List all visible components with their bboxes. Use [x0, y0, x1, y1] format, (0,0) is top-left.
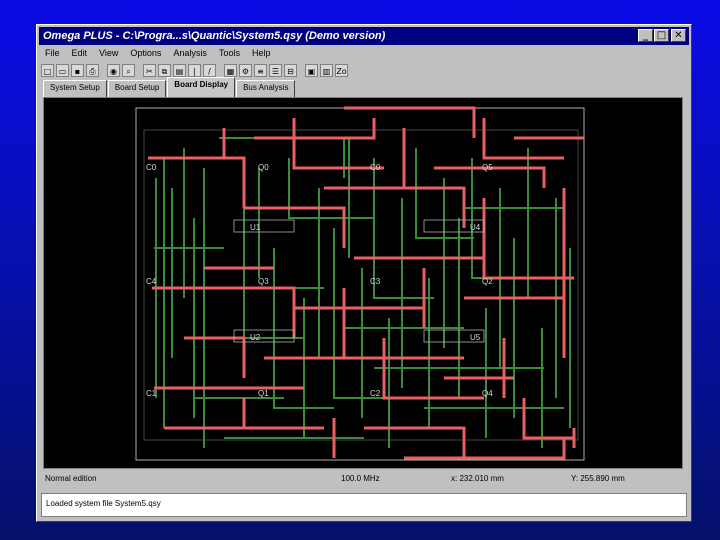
cut-icon[interactable]: ✂: [143, 63, 156, 77]
copy-icon[interactable]: ⧉: [158, 63, 171, 77]
message-log: Loaded system file System5.qsy: [41, 493, 687, 517]
component-label-q3: Q3: [258, 277, 269, 286]
red-traces: [148, 106, 584, 460]
tab-board-display[interactable]: Board Display: [167, 77, 236, 97]
component-label-u1: U1: [250, 223, 261, 232]
component-label-q1: Q1: [258, 389, 269, 398]
menu-options[interactable]: Options: [124, 48, 167, 58]
component-label-c4: C4: [146, 277, 157, 286]
stack-icon[interactable]: ☰: [269, 63, 282, 77]
component-label-q4: Q4: [482, 389, 493, 398]
tab-board-setup[interactable]: Board Setup: [107, 80, 167, 97]
paste-icon[interactable]: ▤: [173, 63, 186, 77]
status-frequency: 100.0 MHz: [341, 473, 380, 483]
line-icon[interactable]: |: [188, 63, 201, 77]
board-layout[interactable]: C0 C4 C1 Q0 C0 Q5 U1 U4 Q3 C3 Q2 U2 U5 Q…: [44, 98, 682, 468]
zoom-to-fit-icon[interactable]: Zo: [335, 63, 348, 77]
window-title: Omega PLUS - C:\Progra...s\Quantic\Syste…: [43, 30, 386, 42]
menu-edit[interactable]: Edit: [66, 48, 94, 58]
maximize-button[interactable]: □: [654, 29, 669, 42]
component-label-c0b: C0: [370, 163, 381, 172]
toolbar: □ ▭ ▪ ⎙ ◉ ⌕ ✂ ⧉ ▤ | / ▦ ⚙ ≡ ☰ ⊟ ▣ ▥ Zo: [39, 61, 689, 79]
title-bar: Omega PLUS - C:\Progra...s\Quantic\Syste…: [39, 27, 689, 45]
menu-help[interactable]: Help: [246, 48, 277, 58]
new-icon[interactable]: □: [41, 63, 54, 77]
board-icon[interactable]: ▥: [320, 63, 333, 77]
application-window: Omega PLUS - C:\Progra...s\Quantic\Syste…: [36, 24, 692, 522]
component-label-c1: C1: [146, 389, 157, 398]
zoom-icon[interactable]: ⌕: [122, 63, 135, 77]
minimize-button[interactable]: _: [638, 29, 653, 42]
component-label-u4: U4: [470, 223, 481, 232]
menu-file[interactable]: File: [39, 48, 66, 58]
menu-tools[interactable]: Tools: [213, 48, 246, 58]
component-label-c0: C0: [146, 163, 157, 172]
layers-icon[interactable]: ⊟: [284, 63, 297, 77]
component-label-q2: Q2: [482, 277, 493, 286]
component-label-u2: U2: [250, 333, 261, 342]
open-icon[interactable]: ▭: [56, 63, 69, 77]
component-label-u5: U5: [470, 333, 481, 342]
list-icon[interactable]: ≡: [254, 63, 267, 77]
eye-icon[interactable]: ◉: [107, 63, 120, 77]
component-label-q5: Q5: [482, 163, 493, 172]
print-icon[interactable]: ⎙: [86, 63, 99, 77]
grid-icon[interactable]: ▦: [224, 63, 237, 77]
status-bar: Normal edition 100.0 MHz x: 232.010 mm Y…: [41, 471, 687, 485]
tool-icon[interactable]: ⚙: [239, 63, 252, 77]
tab-bus-analysis[interactable]: Bus Analysis: [236, 80, 296, 97]
component-label-c2: C2: [370, 389, 381, 398]
green-traces: [154, 137, 571, 448]
status-mode: Normal edition: [45, 473, 97, 483]
close-button[interactable]: ✕: [671, 29, 686, 42]
message-text: Loaded system file System5.qsy: [46, 499, 161, 508]
tab-strip: System Setup Board Setup Board Display B…: [43, 77, 296, 97]
menu-bar: File Edit View Options Analysis Tools He…: [39, 45, 689, 61]
chip-icon[interactable]: ▣: [305, 63, 318, 77]
save-icon[interactable]: ▪: [71, 63, 84, 77]
menu-analysis[interactable]: Analysis: [167, 48, 213, 58]
board-display-canvas[interactable]: C0 C4 C1 Q0 C0 Q5 U1 U4 Q3 C3 Q2 U2 U5 Q…: [43, 97, 683, 469]
status-x-coordinate: x: 232.010 mm: [451, 473, 504, 483]
status-y-coordinate: Y: 255.890 mm: [571, 473, 625, 483]
component-label-c3: C3: [370, 277, 381, 286]
draw-icon[interactable]: /: [203, 63, 216, 77]
tab-system-setup[interactable]: System Setup: [43, 80, 107, 97]
component-label-q0: Q0: [258, 163, 269, 172]
menu-view[interactable]: View: [93, 48, 124, 58]
